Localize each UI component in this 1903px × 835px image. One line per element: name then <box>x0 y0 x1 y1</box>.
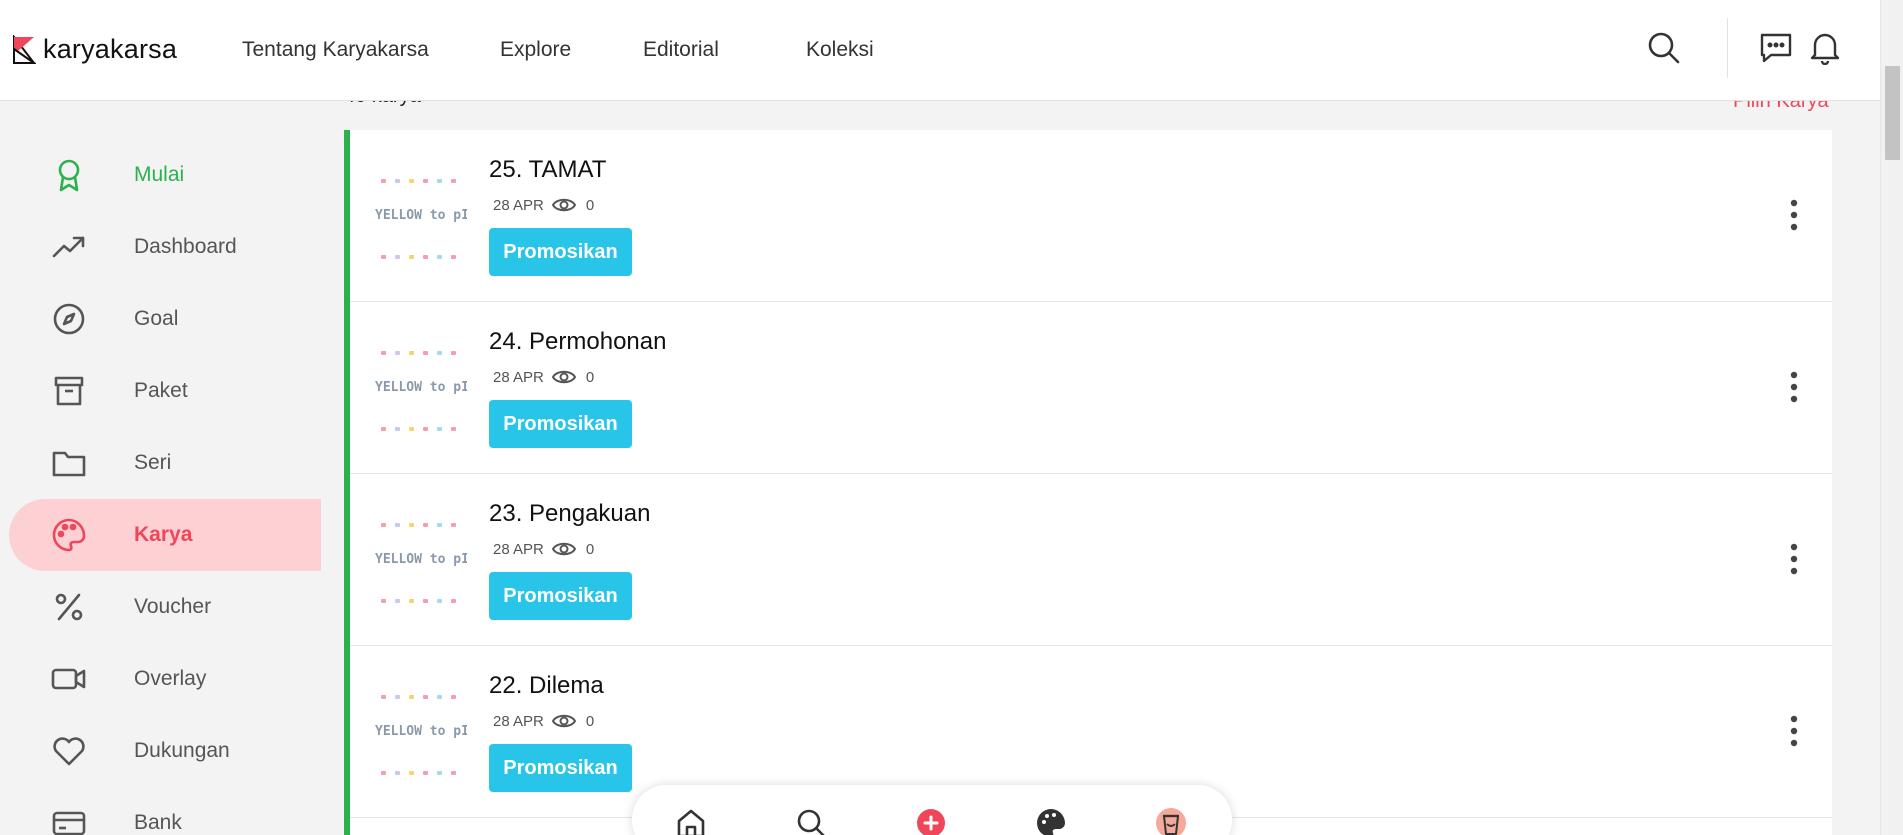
nav-link-editorial[interactable]: Editorial <box>643 38 719 62</box>
work-views: 0 <box>585 368 595 386</box>
work-thumbnail[interactable]: YELLOW to pINK <box>375 510 467 610</box>
sidebar-item-label: Paket <box>134 379 188 402</box>
sidebar-item-label: Karya <box>134 523 193 546</box>
work-row[interactable]: YELLOW to pINK 25. TAMAT 28 APR 0 Promosikan <box>350 130 1832 302</box>
thumbnail-decoration <box>381 351 456 355</box>
work-thumbnail[interactable]: YELLOW to pINK <box>375 166 467 266</box>
scrollbar-thumb[interactable] <box>1885 66 1900 160</box>
thumbnail-caption: YELLOW to pINK <box>375 724 467 739</box>
work-views: 0 <box>585 196 595 214</box>
heart-icon <box>53 737 85 766</box>
promote-button[interactable]: Promosikan <box>489 400 632 448</box>
eye-icon <box>551 714 576 728</box>
promote-button[interactable]: Promosikan <box>489 228 632 276</box>
works-list: YELLOW to pINK 25. TAMAT 28 APR 0 Promosikan… <box>344 130 1832 835</box>
sidebar-item-label: Seri <box>134 451 172 474</box>
page-scrollbar[interactable] <box>1880 0 1903 835</box>
thumbnail-decoration <box>381 599 456 603</box>
navbar-divider <box>1727 18 1728 78</box>
sidebar-item-voucher[interactable]: Voucher <box>9 571 321 643</box>
work-meta: 28 APR 0 <box>493 712 594 730</box>
sidebar-item-dukungan[interactable]: Dukungan <box>9 715 321 787</box>
video-icon <box>51 668 86 690</box>
work-title[interactable]: 22. Dilema <box>489 672 604 700</box>
sidebar-item-bank[interactable]: Bank <box>9 787 321 835</box>
award-icon <box>58 159 80 192</box>
thumbnail-decoration <box>381 179 456 183</box>
work-views: 0 <box>585 540 595 558</box>
brand-name: karyakarsa <box>43 34 178 64</box>
thumbnail-decoration <box>381 523 456 527</box>
more-vertical-icon[interactable] <box>1784 542 1804 576</box>
eye-icon <box>551 370 576 384</box>
sidebar-item-paket[interactable]: Paket <box>9 355 321 427</box>
sidebar-item-goal[interactable]: Goal <box>9 283 321 355</box>
bottom-nav <box>632 785 1232 835</box>
compass-icon <box>53 303 85 335</box>
work-meta: 28 APR 0 <box>493 196 594 214</box>
work-date: 28 APR <box>493 368 544 386</box>
promote-button[interactable]: Promosikan <box>489 744 632 792</box>
logo[interactable]: karyakarsa <box>12 34 177 65</box>
work-date: 28 APR <box>493 712 544 730</box>
thumbnail-caption: YELLOW to pINK <box>375 208 467 223</box>
sidebar-item-label: Dashboard <box>134 235 237 258</box>
archive-icon <box>54 376 84 406</box>
work-title[interactable]: 23. Pengakuan <box>489 500 650 528</box>
percent-icon <box>55 593 83 621</box>
work-date: 28 APR <box>493 196 544 214</box>
sidebar-item-dashboard[interactable]: Dashboard <box>9 211 321 283</box>
work-title[interactable]: 24. Permohonan <box>489 328 666 356</box>
cup-icon[interactable] <box>1155 807 1187 835</box>
nav-link-koleksi[interactable]: Koleksi <box>806 38 874 62</box>
thumbnail-decoration <box>381 255 456 259</box>
eye-icon <box>551 198 576 212</box>
work-title[interactable]: 25. TAMAT <box>489 156 606 184</box>
sidebar-item-karya[interactable]: Karya <box>9 499 321 571</box>
search-icon[interactable] <box>1647 31 1681 65</box>
folder-icon <box>52 451 86 477</box>
promote-button[interactable]: Promosikan <box>489 572 632 620</box>
sidebar-item-seri[interactable]: Seri <box>9 427 321 499</box>
palette-icon[interactable] <box>1035 807 1067 835</box>
sidebar-item-label: Goal <box>134 307 179 330</box>
chat-icon[interactable] <box>1759 31 1793 65</box>
thumbnail-caption: YELLOW to pINK <box>375 552 467 567</box>
work-views: 0 <box>585 712 595 730</box>
more-vertical-icon[interactable] <box>1784 370 1804 404</box>
bell-icon[interactable] <box>1808 31 1842 65</box>
work-date: 28 APR <box>493 540 544 558</box>
sidebar-item-label: Bank <box>134 811 182 834</box>
credit-card-icon <box>52 811 86 835</box>
thumbnail-caption: YELLOW to pINK <box>375 380 467 395</box>
top-navbar: karyakarsa Tentang Karyakarsa Explore Ed… <box>0 0 1880 101</box>
sidebar-item-label: Dukungan <box>134 739 230 762</box>
work-thumbnail[interactable]: YELLOW to pINK <box>375 338 467 438</box>
karyakarsa-logo-icon <box>13 34 36 64</box>
nav-link-tentang[interactable]: Tentang Karyakarsa <box>242 38 429 62</box>
more-vertical-icon[interactable] <box>1784 714 1804 748</box>
work-row[interactable]: YELLOW to pINK 24. Permohonan 28 APR 0 Promo… <box>350 302 1832 474</box>
nav-link-explore[interactable]: Explore <box>500 38 571 62</box>
work-row[interactable]: YELLOW to pINK 23. Pengakuan 28 APR 0 Promos… <box>350 474 1832 646</box>
thumbnail-decoration <box>381 695 456 699</box>
work-thumbnail[interactable]: YELLOW to pINK <box>375 682 467 782</box>
sidebar-item-label: Overlay <box>134 667 207 690</box>
thumbnail-decoration <box>381 427 456 431</box>
home-icon[interactable] <box>675 807 707 835</box>
sidebar-item-overlay[interactable]: Overlay <box>9 643 321 715</box>
more-vertical-icon[interactable] <box>1784 198 1804 232</box>
sidebar: Mulai Dashboard Goal Paket Seri Karya Vo… <box>0 101 321 835</box>
sidebar-item-mulai[interactable]: Mulai <box>9 139 321 211</box>
search-icon[interactable] <box>795 807 827 835</box>
sidebar-item-label: Mulai <box>134 163 185 186</box>
palette-icon <box>52 518 86 552</box>
eye-icon <box>551 542 576 556</box>
work-meta: 28 APR 0 <box>493 540 594 558</box>
add-icon[interactable] <box>915 807 947 835</box>
thumbnail-decoration <box>381 771 456 775</box>
sidebar-item-label: Voucher <box>134 595 212 618</box>
work-meta: 28 APR 0 <box>493 368 594 386</box>
trending-up-icon <box>52 236 85 258</box>
